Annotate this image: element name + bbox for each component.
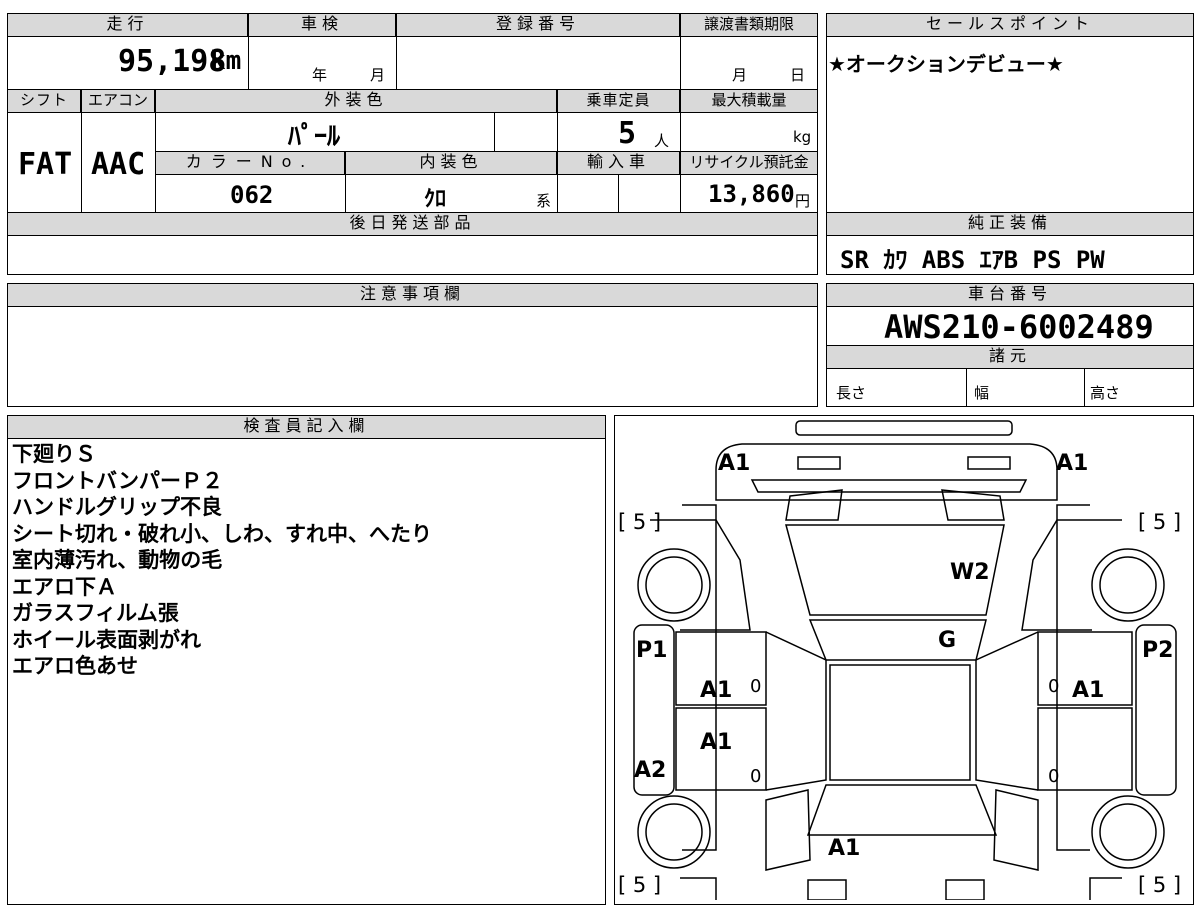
colorno-header: カラーNo. [155, 151, 345, 175]
capacity-unit: 人 [654, 132, 670, 150]
mileage-unit: km [210, 46, 242, 76]
sales-point-header: セールスポイント [826, 13, 1194, 37]
door-handle-mark: 0 [750, 766, 762, 787]
notes-header: 注意事項欄 [7, 283, 818, 307]
shaken-year: 年 [312, 66, 328, 84]
remark-line: エアロ色あせ [12, 654, 138, 678]
maxload-header: 最大積載量 [680, 89, 818, 113]
later-parts-header: 後日発送部品 [7, 212, 818, 236]
recycle-unit: 円 [795, 192, 811, 210]
remark-line: エアロ下Ａ [12, 574, 117, 599]
remark-line: 下廻りＳ [12, 442, 96, 466]
door-handle-mark: 0 [750, 676, 762, 697]
shaken-header: 車検 [248, 13, 396, 37]
door-handle-mark: 0 [1048, 766, 1060, 787]
transfer-deadline-header: 譲渡書類期限 [680, 13, 818, 37]
door-handle-mark: 0 [1048, 676, 1060, 697]
damage-a2-left: A2 [634, 758, 667, 783]
int-color-value: ｸﾛ [424, 187, 447, 212]
capacity-value: 5 [618, 116, 637, 151]
damage-p2-right: P2 [1142, 638, 1174, 663]
car-diagram [633, 420, 1177, 900]
damage-w2-windshield: W2 [950, 560, 990, 585]
colorno-value: 062 [230, 181, 274, 209]
damage-a1-door-front-right: A1 [1072, 678, 1105, 703]
remark-line: ホイール表面剥がれ [12, 627, 201, 652]
transfer-day: 日 [790, 66, 806, 84]
import-header: 輸入車 [557, 151, 680, 175]
damage-a1-door-front-left: A1 [700, 678, 733, 703]
transfer-month: 月 [732, 66, 748, 84]
chassis-header: 車台番号 [826, 283, 1194, 307]
remark-line: ガラスフィルム張 [12, 601, 179, 625]
tire-rear-right-label: [ 5 ] [1138, 873, 1182, 897]
remark-line: 室内薄汚れ、動物の毛 [12, 548, 223, 572]
damage-a1-rear: A1 [828, 836, 861, 861]
ext-color-header: 外装色 [155, 89, 557, 113]
shift-header: シフト [7, 89, 81, 113]
spec-width: 幅 [974, 384, 990, 402]
sales-point-text: ★オークションデビュー★ [828, 52, 1064, 76]
shaken-month: 月 [370, 66, 386, 84]
specs-header: 諸元 [826, 345, 1194, 369]
spec-length: 長さ [836, 384, 867, 402]
int-color-header: 内装色 [345, 151, 557, 175]
tire-front-right-label: [ 5 ] [1138, 510, 1182, 534]
ac-value: AAC [91, 147, 146, 182]
tire-front-left-label: [ 5 ] [618, 510, 662, 534]
inspector-header: 検査員記入欄 [7, 415, 606, 439]
mileage-header: 走行 [7, 13, 248, 37]
tire-rear-left-label: [ 5 ] [618, 873, 662, 897]
damage-p1-left: P1 [636, 638, 668, 663]
chassis-number: AWS210-6002489 [884, 308, 1154, 346]
maxload-unit: kg [793, 128, 812, 146]
damage-a1-front-left: A1 [718, 451, 751, 476]
shift-value: FAT [18, 147, 73, 182]
int-color-suffix: 系 [536, 192, 552, 210]
equipment-header: 純正装備 [826, 212, 1194, 236]
damage-a1-front-right: A1 [1056, 451, 1089, 476]
ac-header: エアコン [81, 89, 155, 113]
spec-height: 高さ [1090, 384, 1121, 402]
damage-g-glass: G [938, 628, 957, 653]
damage-a1-door-rear-left: A1 [700, 730, 733, 755]
capacity-header: 乗車定員 [557, 89, 680, 113]
registration-header: 登録番号 [396, 13, 680, 37]
sales-point-box [826, 13, 1194, 213]
remark-line: フロントバンパーＰ２ [12, 468, 224, 493]
inspector-remarks: 下廻りＳ フロントバンパーＰ２ ハンドルグリップ不良 シート切れ・破れ小、しわ、… [12, 441, 432, 680]
remark-line: ハンドルグリップ不良 [12, 495, 222, 519]
remark-line: シート切れ・破れ小、しわ、すれ中、へたり [12, 521, 432, 546]
equipment-items: SR ｶﾜ ABS ｴｱB PS PW [840, 246, 1105, 274]
recycle-header: リサイクル預託金 [680, 151, 818, 175]
ext-color-value: ﾊﾟｰﾙ [288, 122, 341, 152]
recycle-value: 13,860 [708, 180, 795, 208]
